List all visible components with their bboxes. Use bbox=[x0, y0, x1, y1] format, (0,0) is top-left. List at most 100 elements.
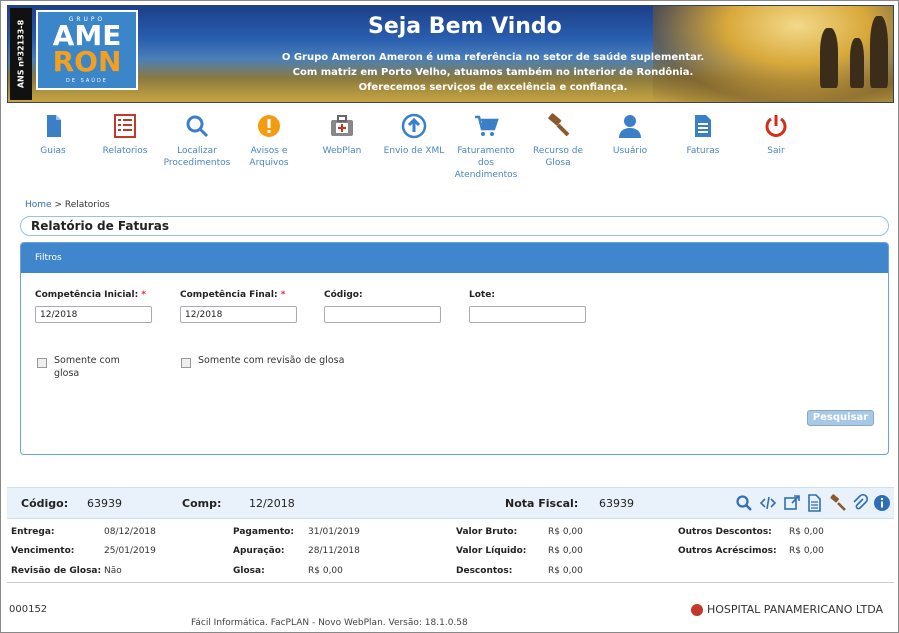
outros-acrescimos-value: R$ 0,00 bbox=[789, 546, 824, 556]
document-icon[interactable] bbox=[805, 494, 823, 512]
glosa-value: R$ 0,00 bbox=[308, 566, 343, 576]
comp-inicial-label: Competência Inicial: * bbox=[35, 290, 146, 300]
nav-label: Faturamento dos Atendimentos bbox=[454, 146, 518, 180]
codigo-label: Código: bbox=[21, 497, 69, 510]
invoice-icon bbox=[695, 115, 711, 137]
search-icon[interactable] bbox=[735, 494, 753, 512]
footer-code: 000152 bbox=[9, 604, 48, 615]
cart-icon bbox=[475, 115, 499, 136]
provider-name: HOSPITAL PANAMERICANO LTDA bbox=[707, 603, 884, 616]
filters-header: Filtros bbox=[21, 243, 888, 273]
required-mark: * bbox=[141, 290, 147, 300]
code-icon[interactable] bbox=[759, 494, 777, 512]
nav-faturamento[interactable]: Faturamento dos Atendimentos bbox=[451, 113, 521, 181]
valor-bruto-value: R$ 0,00 bbox=[548, 527, 583, 537]
report-icon bbox=[114, 114, 136, 138]
nav-relatorios[interactable]: Relatorios bbox=[90, 113, 160, 157]
power-icon bbox=[765, 115, 787, 137]
page-title: Relatório de Faturas bbox=[20, 216, 889, 236]
descontos-label: Descontos: bbox=[456, 566, 513, 576]
info-icon[interactable] bbox=[873, 494, 891, 512]
comp-inicial-input[interactable] bbox=[35, 306, 152, 323]
nav-localizar[interactable]: Localizar Procedimentos bbox=[162, 113, 232, 169]
comp-value: 12/2018 bbox=[249, 497, 295, 510]
lote-input[interactable] bbox=[469, 306, 586, 323]
codigo-input[interactable] bbox=[324, 306, 441, 323]
search-icon bbox=[186, 115, 209, 138]
provider-logo-icon bbox=[691, 604, 703, 616]
nav-usuario[interactable]: Usuário bbox=[595, 113, 665, 157]
logo-text-ron: RON bbox=[52, 45, 122, 78]
footer-version: Fácil Informática. FacPLAN - Novo WebPla… bbox=[191, 618, 468, 628]
search-button[interactable]: Pesquisar bbox=[807, 410, 874, 426]
footer-provider: HOSPITAL PANAMERICANO LTDA bbox=[691, 603, 883, 616]
vencimento-label: Vencimento: bbox=[11, 546, 75, 556]
gavel-icon bbox=[548, 113, 570, 137]
outros-descontos-label: Outros Descontos: bbox=[678, 527, 772, 537]
nav-webplan[interactable]: WebPlan bbox=[307, 113, 377, 157]
comp-final-input[interactable] bbox=[180, 306, 297, 323]
outros-descontos-value: R$ 0,00 bbox=[789, 527, 824, 537]
document-icon bbox=[47, 115, 61, 137]
nota-fiscal-value: 63939 bbox=[599, 497, 634, 510]
breadcrumb-home[interactable]: Home bbox=[25, 200, 52, 210]
tagline-line: Oferecemos serviços de excelência e conf… bbox=[358, 82, 628, 93]
codigo-value: 63939 bbox=[87, 497, 122, 510]
revisao-glosa-label: Revisão de Glosa: bbox=[11, 566, 102, 576]
attachment-icon[interactable] bbox=[851, 494, 869, 512]
pagamento-label: Pagamento: bbox=[233, 527, 294, 537]
somente-revisao-label: Somente com revisão de glosa bbox=[198, 355, 345, 366]
somente-revisao-checkbox[interactable] bbox=[181, 358, 191, 368]
nav-sair[interactable]: Sair bbox=[741, 113, 811, 157]
upload-icon bbox=[401, 113, 427, 139]
nav-label: Avisos e Arquivos bbox=[249, 146, 289, 168]
breadcrumb-separator: > bbox=[54, 200, 62, 210]
entrega-label: Entrega: bbox=[11, 527, 55, 537]
comp-inicial-label-text: Competência Inicial: bbox=[35, 290, 139, 300]
glosa-label: Glosa: bbox=[233, 566, 265, 576]
breadcrumb-current: Relatorios bbox=[64, 200, 110, 210]
ans-registration: ANS nº32133-8 bbox=[10, 8, 32, 100]
apuracao-value: 28/11/2018 bbox=[308, 546, 360, 556]
codigo-label: Código: bbox=[324, 290, 363, 300]
alert-icon bbox=[258, 115, 280, 137]
user-icon bbox=[619, 115, 641, 138]
tagline-line: O Grupo Ameron Ameron é uma referência n… bbox=[281, 52, 705, 63]
comp-label: Comp: bbox=[182, 497, 222, 510]
revisao-glosa-value: Não bbox=[104, 566, 122, 576]
somente-glosa-label: Somente com glosa bbox=[54, 355, 120, 379]
somente-glosa-checkbox[interactable] bbox=[37, 358, 47, 368]
tagline-line: Com matriz em Porto Velho, atuamos també… bbox=[292, 67, 694, 78]
invoice-summary-header: Código: 63939 Comp: 12/2018 Nota Fiscal:… bbox=[7, 487, 894, 519]
gavel-icon[interactable] bbox=[829, 494, 847, 512]
valor-liquido-label: Valor Líquido: bbox=[456, 546, 527, 556]
nav-label: Guias bbox=[40, 146, 66, 156]
invoice-details: Entrega: 08/12/2018 Vencimento: 25/01/20… bbox=[7, 521, 894, 583]
nav-label: Sair bbox=[767, 146, 785, 156]
nav-guias[interactable]: Guias bbox=[18, 113, 88, 157]
nota-fiscal-label: Nota Fiscal: bbox=[505, 497, 579, 510]
header-banner: ANS nº32133-8 GRUPO AME RON DE SAÚDE Sej… bbox=[7, 5, 894, 103]
logo-text-bottom: DE SAÚDE bbox=[66, 78, 108, 84]
nav-label: WebPlan bbox=[322, 146, 362, 156]
ameron-logo: GRUPO AME RON DE SAÚDE bbox=[36, 10, 138, 90]
nav-faturas[interactable]: Faturas bbox=[668, 113, 738, 157]
outros-acrescimos-label: Outros Acréscimos: bbox=[678, 546, 777, 556]
welcome-title: Seja Bem Vindo bbox=[368, 14, 562, 39]
nav-label: Relatorios bbox=[102, 146, 148, 156]
comp-final-label: Competência Final: * bbox=[180, 290, 285, 300]
vencimento-value: 25/01/2019 bbox=[104, 546, 156, 556]
filters-panel: Filtros Competência Inicial: * Competênc… bbox=[20, 242, 889, 455]
nav-label: Recurso de Glosa bbox=[532, 146, 584, 168]
banner-tagline: O Grupo Ameron Ameron é uma referência n… bbox=[258, 50, 728, 95]
breadcrumb: Home > Relatorios bbox=[25, 200, 110, 210]
nav-recurso-glosa[interactable]: Recurso de Glosa bbox=[523, 113, 593, 169]
banner-figure bbox=[850, 38, 864, 88]
external-link-icon[interactable] bbox=[783, 494, 801, 512]
entrega-value: 08/12/2018 bbox=[104, 527, 156, 537]
nav-label: Faturas bbox=[686, 146, 720, 156]
nav-avisos[interactable]: Avisos e Arquivos bbox=[234, 113, 304, 169]
nav-envio-xml[interactable]: Envio de XML bbox=[379, 113, 449, 157]
descontos-value: R$ 0,00 bbox=[548, 566, 583, 576]
pagamento-value: 31/01/2019 bbox=[308, 527, 360, 537]
